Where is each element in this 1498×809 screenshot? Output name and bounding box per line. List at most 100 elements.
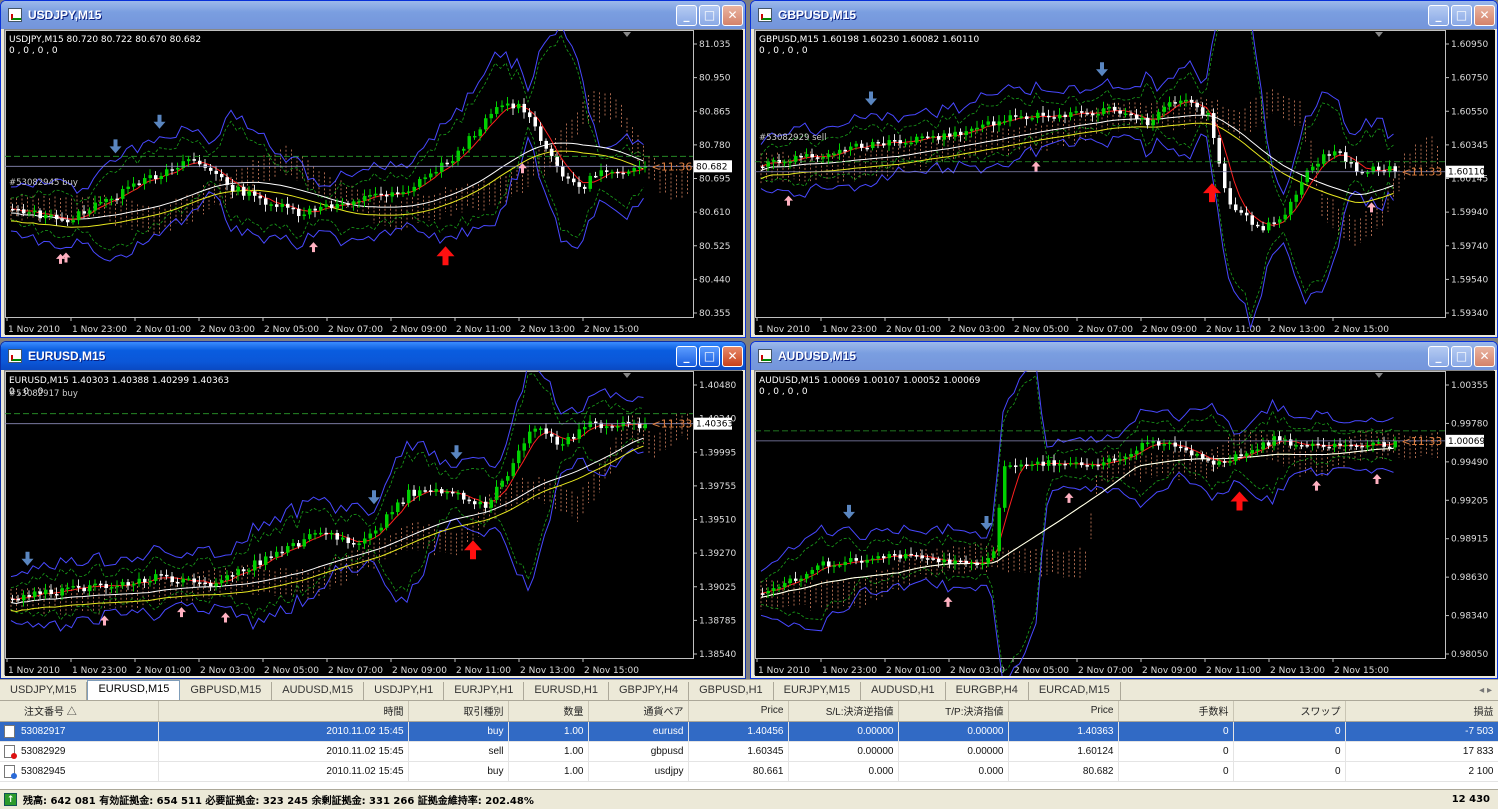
tab-usdjpy-m15[interactable]: USDJPY,M15 [0,682,88,700]
column-header[interactable]: 時間 [158,701,409,722]
column-header[interactable]: 損益 [1345,701,1498,722]
price-chart[interactable]: 81.035 80.950 80.865 80.780 80.695 80.610 80.5… [5,30,743,335]
minimize-button[interactable]: _ [676,4,697,26]
candle-body [1190,450,1194,456]
chart-area[interactable]: 1.60950 1.60750 1.60550 1.60345 1.60145 1.599… [754,29,1495,335]
chart-window-gbpusd[interactable]: GBPUSD,M15 _ □ ✕ 1.60950 1.60750 1.60550 1.… [750,0,1498,338]
tab-eurusd-h1[interactable]: EURUSD,H1 [524,682,609,700]
x-tick-label: 2 Nov 09:00 [392,325,447,335]
candle-body [1063,114,1067,118]
column-header[interactable]: 注文番号 △ [0,701,159,722]
candle-body [550,148,554,157]
candle-body [462,148,466,151]
candle-body [154,574,158,581]
column-header[interactable]: T/P:決済指値 [898,701,1009,722]
y-tick-label: 80.865 [699,107,731,117]
candle-body [104,584,108,588]
candle-body [810,154,814,158]
close-button[interactable]: ✕ [1474,4,1495,26]
candle-body [495,107,499,114]
order-row[interactable]: 53082945 2010.11.02 15:45 buy 1.00 usdjpy 80.… [0,761,1498,782]
chart-area[interactable]: 1.00355 0.99780 0.99490 0.99205 0.98915 0.986… [754,370,1495,676]
order-row[interactable]: 53082917 2010.11.02 15:45 buy 1.00 eurusd 1.4… [0,721,1498,742]
candle-body [904,553,908,559]
order-cell: 80.682 [1008,761,1119,782]
x-tick-label: 2 Nov 07:00 [328,666,383,676]
titlebar[interactable]: AUDUSD,M15 _ □ ✕ [751,342,1497,370]
order-cell: 53082945 [0,761,159,782]
column-header[interactable]: 通貨ペア [588,701,689,722]
candle-body [297,543,301,547]
candle-body [1206,113,1210,115]
chart-window-usdjpy[interactable]: USDJPY,M15 _ □ ✕ 81.035 80.950 80.865 80.78… [0,0,746,338]
maximize-button[interactable]: □ [1451,345,1472,367]
tab-eurjpy-m15[interactable]: EURJPY,M15 [774,682,862,700]
bar-timer: <11:33 [1402,166,1443,179]
candle-body [1344,444,1348,447]
tab-audusd-m15[interactable]: AUDUSD,M15 [272,682,365,700]
candle-body [1074,462,1078,464]
column-header[interactable]: 数量 [508,701,589,722]
column-header[interactable]: Price [1008,701,1119,722]
minimize-button[interactable]: _ [1428,4,1449,26]
column-header[interactable]: S/L:決済逆指値 [788,701,899,722]
maximize-button[interactable]: □ [1451,4,1472,26]
order-row[interactable]: 53082929 2010.11.02 15:45 sell 1.00 gbpusd 1.… [0,741,1498,762]
titlebar[interactable]: GBPUSD,M15 _ □ ✕ [751,1,1497,29]
order-cell: buy [408,761,509,782]
chart-area[interactable]: 81.035 80.950 80.865 80.780 80.695 80.610 80.5… [4,29,743,335]
candle-body [286,546,290,553]
candle-body [627,171,631,174]
candle-body [429,173,433,178]
titlebar[interactable]: EURUSD,M15 _ □ ✕ [1,342,745,370]
candle-body [975,562,979,565]
candle-body [99,202,103,204]
close-button[interactable]: ✕ [722,4,743,26]
candle-body [1036,461,1040,465]
x-tick-label: 2 Nov 05:00 [1014,325,1069,335]
column-header[interactable]: 手数料 [1118,701,1234,722]
candle-body [434,171,438,174]
candle-body [761,166,765,169]
candle-body [1168,442,1172,445]
candle-body [511,103,515,109]
x-tick-label: 2 Nov 09:00 [1142,666,1197,676]
price-chart[interactable]: 1.00355 0.99780 0.99490 0.99205 0.98915 0.986… [755,371,1495,676]
close-button[interactable]: ✕ [722,345,743,367]
minimize-button[interactable]: _ [1428,345,1449,367]
tab-gbpusd-m15[interactable]: GBPUSD,M15 [180,682,273,700]
price-chart[interactable]: 1.404801.402401.399951.397551.395101.392… [5,371,743,676]
candle-body [1135,450,1139,455]
maximize-button[interactable]: □ [699,4,720,26]
candle-body [407,191,411,193]
tab-audusd-h1[interactable]: AUDUSD,H1 [861,682,946,700]
candle-body [810,569,814,574]
candle-body [176,582,180,584]
y-tick-label: 1.39025 [699,583,736,593]
candle-body [264,198,268,205]
tab-scroll-arrows[interactable]: ◂ ▸ [1473,685,1498,700]
maximize-button[interactable]: □ [699,345,720,367]
tab-eurgbp-h4[interactable]: EURGBP,H4 [946,682,1029,700]
tab-eurjpy-h1[interactable]: EURJPY,H1 [444,682,525,700]
chart-area[interactable]: 1.404801.402401.399951.397551.395101.392… [4,370,743,676]
close-button[interactable]: ✕ [1474,345,1495,367]
column-header[interactable]: Price [688,701,789,722]
tab-gbpjpy-h4[interactable]: GBPJPY,H4 [609,682,690,700]
candle-body [137,183,141,185]
column-header[interactable]: 取引種別 [408,701,509,722]
titlebar[interactable]: USDJPY,M15 _ □ ✕ [1,1,745,29]
candle-body [827,154,831,158]
tab-usdjpy-h1[interactable]: USDJPY,H1 [364,682,445,700]
tab-eurcad-m15[interactable]: EURCAD,M15 [1029,682,1121,700]
candle-body [1355,445,1359,447]
candle-body [93,583,97,586]
chart-window-audusd[interactable]: AUDUSD,M15 _ □ ✕ 1.00355 0.99780 0.99490 0.… [750,341,1498,679]
tab-gbpusd-h1[interactable]: GBPUSD,H1 [689,682,774,700]
trade-terminal: 注文番号 △ 時間 取引種別 数量 通貨ペア Price S/L:決済逆指値 T/P:決済指値… [0,700,1498,809]
minimize-button[interactable]: _ [676,345,697,367]
column-header[interactable]: スワップ [1233,701,1346,722]
price-chart[interactable]: 1.609501.607501.605501.603451.601451.599… [755,30,1495,335]
tab-eurusd-m15[interactable]: EURUSD,M15 [87,680,181,700]
chart-window-eurusd[interactable]: EURUSD,M15 _ □ ✕ 1.404801.402401.399951.… [0,341,746,679]
